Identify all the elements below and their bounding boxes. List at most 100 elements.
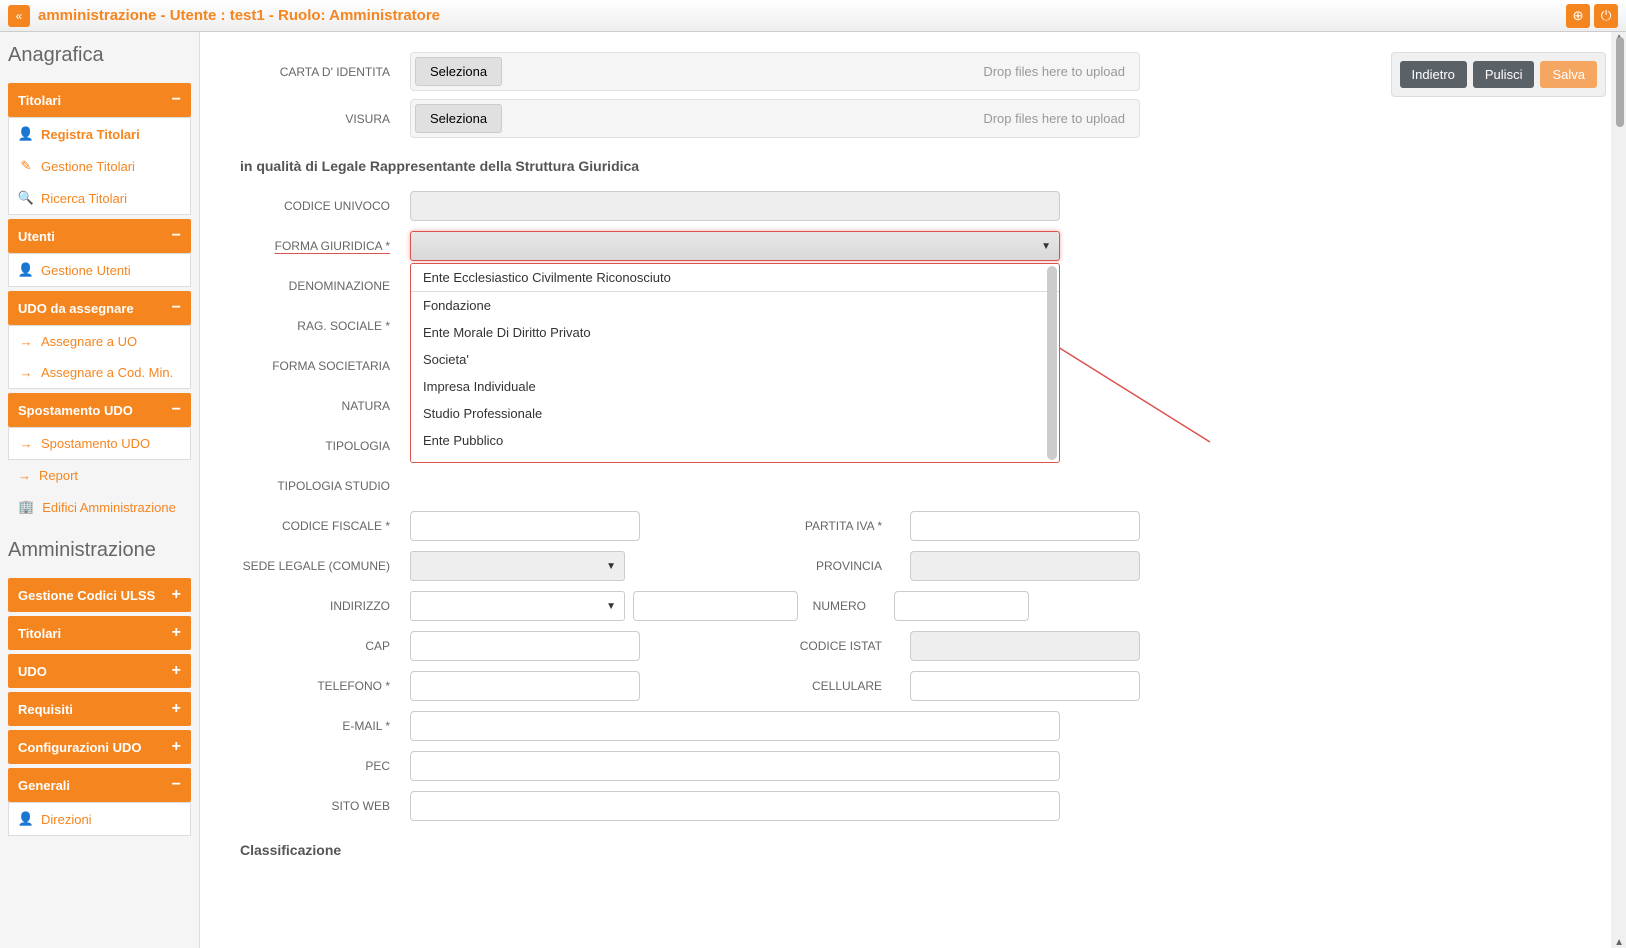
file-upload-visura[interactable]: Seleziona Drop files here to upload <box>410 99 1140 138</box>
label-telefono: TELEFONO * <box>240 679 410 693</box>
accordion-configurazioni-udo[interactable]: Configurazioni UDO + <box>8 730 191 764</box>
sidebar-section-amministrazione: Amministrazione <box>8 539 191 562</box>
sidebar-item-gestione-titolari[interactable]: ✎ Gestione Titolari <box>9 150 190 182</box>
select-indirizzo-tipo[interactable]: ▼ <box>410 591 625 621</box>
link-edifici-amministrazione[interactable]: 🏢 Edifici Amministrazione <box>8 491 191 523</box>
label-rag-sociale: RAG. SOCIALE * <box>240 319 410 333</box>
input-partita-iva[interactable] <box>910 511 1140 541</box>
back-button[interactable]: Indietro <box>1400 61 1467 88</box>
dropdown-option[interactable]: Associazione <box>411 454 1059 463</box>
label-denominazione: DENOMINAZIONE <box>240 279 410 293</box>
select-file-carta-identita[interactable]: Seleziona <box>415 57 502 86</box>
search-icon: 🔍 <box>19 190 33 206</box>
sidebar-item-direzioni[interactable]: 👤 Direzioni <box>9 803 190 835</box>
input-sito-web[interactable] <box>410 791 1060 821</box>
dropdown-option[interactable]: Ente Morale Di Diritto Privato <box>411 319 1059 346</box>
dropdown-option[interactable]: Ente Pubblico <box>411 427 1059 454</box>
accordion-titolari[interactable]: Titolari − <box>8 83 191 117</box>
sidebar-item-registra-titolari[interactable]: 👤 Registra Titolari <box>9 118 190 150</box>
file-upload-carta-identita[interactable]: Seleziona Drop files here to upload <box>410 52 1140 91</box>
sidebar-item-assegnare-uo[interactable]: → Assegnare a UO <box>9 326 190 357</box>
dropdown-option[interactable]: Studio Professionale <box>411 400 1059 427</box>
accordion-udo-assegnare[interactable]: UDO da assegnare − <box>8 291 191 325</box>
sidebar-item-gestione-utenti[interactable]: 👤 Gestione Utenti <box>9 254 190 286</box>
input-codice-istat <box>910 631 1140 661</box>
sidebar-item-assegnare-cod-min[interactable]: → Assegnare a Cod. Min. <box>9 357 190 388</box>
input-telefono[interactable] <box>410 671 640 701</box>
select-forma-giuridica[interactable]: ▼ Ente Ecclesiastico Civilmente Riconosc… <box>410 231 1060 261</box>
label-partita-iva: PARTITA IVA * <box>752 519 902 533</box>
input-numero[interactable] <box>894 591 1029 621</box>
page-title: amministrazione - Utente : test1 - Ruolo… <box>38 7 440 24</box>
select-file-visura[interactable]: Seleziona <box>415 104 502 133</box>
user-plus-icon: 👤 <box>19 126 33 142</box>
accordion-body-udo-assegnare: → Assegnare a UO → Assegnare a Cod. Min. <box>8 325 191 389</box>
sidebar-section-anagrafica: Anagrafica <box>8 44 191 67</box>
link-report[interactable]: → Report <box>8 460 191 491</box>
drop-hint: Drop files here to upload <box>983 111 1135 126</box>
label-codice-istat: CODICE ISTAT <box>752 639 902 653</box>
accordion-generali[interactable]: Generali − <box>8 768 191 802</box>
globe-button[interactable]: ⊕ <box>1566 4 1590 28</box>
topbar: « amministrazione - Utente : test1 - Ruo… <box>0 0 1626 32</box>
input-provincia <box>910 551 1140 581</box>
select-sede-legale[interactable]: ▼ <box>410 551 625 581</box>
accordion-body-spostamento: → Spostamento UDO <box>8 427 191 460</box>
label-cap: CAP <box>240 639 410 653</box>
user-icon: 👤 <box>19 262 33 278</box>
dropdown-option[interactable]: Ente Ecclesiastico Civilmente Riconosciu… <box>411 264 1059 292</box>
plus-icon: + <box>172 662 181 680</box>
scrollbar-thumb[interactable] <box>1616 37 1624 127</box>
input-email[interactable] <box>410 711 1060 741</box>
accordion-admin-titolari[interactable]: Titolari + <box>8 616 191 650</box>
drop-hint: Drop files here to upload <box>983 64 1135 79</box>
label-codice-univoco: CODICE UNIVOCO <box>240 199 410 213</box>
input-cellulare[interactable] <box>910 671 1140 701</box>
input-codice-fiscale[interactable] <box>410 511 640 541</box>
input-pec[interactable] <box>410 751 1060 781</box>
minus-icon: − <box>172 776 181 794</box>
save-button[interactable]: Salva <box>1540 61 1597 88</box>
accordion-gestione-codici-ulss[interactable]: Gestione Codici ULSS + <box>8 578 191 612</box>
dropdown-scrollbar[interactable] <box>1047 266 1057 460</box>
label-carta-identita: CARTA D' IDENTITA <box>240 65 410 79</box>
edit-icon: ✎ <box>19 158 33 174</box>
label-visura: VISURA <box>240 112 410 126</box>
chevron-down-icon: ▼ <box>606 601 616 612</box>
power-icon: ⏻ <box>1601 8 1612 24</box>
dropdown-option[interactable]: Societa' <box>411 346 1059 373</box>
action-bar: Indietro Pulisci Salva <box>1391 52 1606 97</box>
accordion-body-generali: 👤 Direzioni <box>8 802 191 836</box>
sidebar-item-ricerca-titolari[interactable]: 🔍 Ricerca Titolari <box>9 182 190 214</box>
plus-icon: + <box>172 738 181 756</box>
dropdown-option[interactable]: Impresa Individuale <box>411 373 1059 400</box>
arrow-right-icon: → <box>19 365 33 380</box>
label-cellulare: CELLULARE <box>752 679 902 693</box>
minus-icon: − <box>172 227 181 245</box>
power-button[interactable]: ⏻ <box>1594 4 1618 28</box>
arrow-right-icon: → <box>18 468 31 483</box>
minus-icon: − <box>172 91 181 109</box>
input-cap[interactable] <box>410 631 640 661</box>
label-provincia: PROVINCIA <box>752 559 902 573</box>
clear-button[interactable]: Pulisci <box>1473 61 1535 88</box>
input-indirizzo[interactable] <box>633 591 798 621</box>
collapse-sidebar-button[interactable]: « <box>8 5 30 27</box>
minus-icon: − <box>172 401 181 419</box>
dropdown-option[interactable]: Fondazione <box>411 292 1059 319</box>
page-scrollbar[interactable]: ▲ ▲ <box>1611 32 1626 948</box>
plus-icon: + <box>172 586 181 604</box>
topbar-left: « amministrazione - Utente : test1 - Ruo… <box>8 5 1566 27</box>
scroll-down-icon: ▲ <box>1614 937 1624 948</box>
plus-icon: + <box>172 700 181 718</box>
accordion-utenti[interactable]: Utenti − <box>8 219 191 253</box>
dropdown-forma-giuridica: Ente Ecclesiastico Civilmente Riconosciu… <box>410 263 1060 463</box>
sidebar-item-spostamento-udo[interactable]: → Spostamento UDO <box>9 428 190 459</box>
plus-icon: + <box>172 624 181 642</box>
accordion-requisiti[interactable]: Requisiti + <box>8 692 191 726</box>
accordion-admin-udo[interactable]: UDO + <box>8 654 191 688</box>
accordion-spostamento-udo[interactable]: Spostamento UDO − <box>8 393 191 427</box>
chevron-down-icon: ▼ <box>1041 241 1051 252</box>
main-content: Indietro Pulisci Salva CARTA D' IDENTITA… <box>200 32 1626 948</box>
label-sito-web: SITO WEB <box>240 799 410 813</box>
